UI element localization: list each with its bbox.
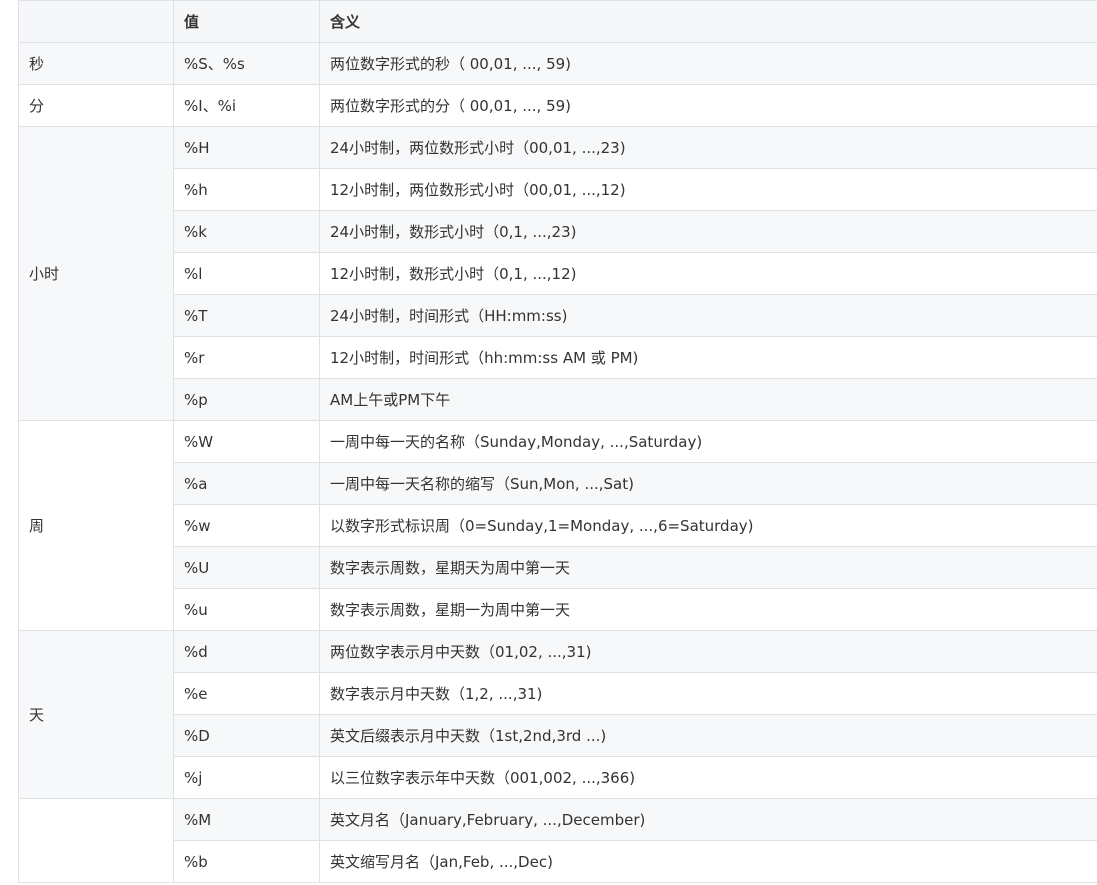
format-value-cell: %d <box>173 630 320 673</box>
format-value-cell: %b <box>173 840 320 883</box>
format-value-cell: %H <box>173 126 320 169</box>
table-row: %p AM上午或PM下午 <box>19 378 1097 421</box>
format-meaning-cell: 24小时制，时间形式（HH:mm:ss) <box>319 294 1097 337</box>
format-value-cell: %j <box>173 756 320 799</box>
table-row: %U 数字表示周数，星期天为周中第一天 <box>19 546 1097 589</box>
table-row: %u 数字表示周数，星期一为周中第一天 <box>19 588 1097 631</box>
table-row: %k 24小时制，数形式小时（0,1, ...,23) <box>19 210 1097 253</box>
format-value-cell: %u <box>173 588 320 631</box>
table-row: 天 %d 两位数字表示月中天数（01,02, ...,31) <box>18 630 1097 799</box>
format-meaning-cell: 以三位数字表示年中天数（001,002, ...,366) <box>319 756 1097 799</box>
format-value-cell: %S、%s <box>173 42 320 85</box>
header-group-cell <box>18 0 174 43</box>
format-value-cell: %I、%i <box>173 84 320 127</box>
table-row: %M 英文月名（January,February, ...,December) <box>18 798 1097 883</box>
table-row: %T 24小时制，时间形式（HH:mm:ss) <box>19 294 1097 337</box>
format-value-cell: %a <box>173 462 320 505</box>
format-meaning-cell: 数字表示月中天数（1,2, ...,31) <box>319 672 1097 715</box>
format-value-cell: %D <box>173 714 320 757</box>
format-meaning-cell: 两位数字形式的分（ 00,01, ..., 59) <box>319 84 1097 127</box>
format-meaning-cell: 以数字形式标识周（0=Sunday,1=Monday, ...,6=Saturd… <box>319 504 1097 547</box>
format-value-cell: %U <box>173 546 320 589</box>
table-row: %r 12小时制，时间形式（hh:mm:ss AM 或 PM) <box>19 336 1097 379</box>
format-meaning-cell: 英文月名（January,February, ...,December) <box>319 798 1097 841</box>
table-row: 秒 %S、%s 两位数字形式的秒（ 00,01, ..., 59) <box>18 42 1097 85</box>
format-meaning-cell: 英文后缀表示月中天数（1st,2nd,3rd ...) <box>319 714 1097 757</box>
table-row: 周 %W 一周中每一天的名称（Sunday,Monday, ...,Saturda… <box>18 420 1097 631</box>
format-meaning-cell: 一周中每一天的名称（Sunday,Monday, ...,Saturday) <box>319 420 1097 463</box>
format-value-cell: %W <box>173 420 320 463</box>
table-row: %h 12小时制，两位数形式小时（00,01, ...,12) <box>19 168 1097 211</box>
page-container: 值 含义 秒 %S、%s 两位数字形式的秒（ 00,01, ..., 59) 分 %I、… <box>18 0 1097 883</box>
group-label-cell: 周 <box>18 420 174 631</box>
table-row: %j 以三位数字表示年中天数（001,002, ...,366) <box>19 756 1097 799</box>
format-meaning-cell: 一周中每一天名称的缩写（Sun,Mon, ...,Sat) <box>319 462 1097 505</box>
header-value-cell: 值 <box>173 0 320 43</box>
format-value-cell: %e <box>173 672 320 715</box>
format-value-cell: %M <box>173 798 320 841</box>
format-value-cell: %l <box>173 252 320 295</box>
format-meaning-cell: 12小时制，时间形式（hh:mm:ss AM 或 PM) <box>319 336 1097 379</box>
format-meaning-cell: 英文缩写月名（Jan,Feb, ...,Dec) <box>319 840 1097 883</box>
table-row: 小时 %H 24小时制，两位数形式小时（00,01, ...,23) <box>18 126 1097 421</box>
format-meaning-cell: 24小时制，数形式小时（0,1, ...,23) <box>319 210 1097 253</box>
format-value-cell: %h <box>173 168 320 211</box>
format-meaning-cell: 数字表示周数，星期天为周中第一天 <box>319 546 1097 589</box>
format-value-cell: %T <box>173 294 320 337</box>
format-meaning-cell: 两位数字表示月中天数（01,02, ...,31) <box>319 630 1097 673</box>
format-meaning-cell: 12小时制，数形式小时（0,1, ...,12) <box>319 252 1097 295</box>
table-row: %b 英文缩写月名（Jan,Feb, ...,Dec) <box>19 840 1097 883</box>
table-row: %l 12小时制，数形式小时（0,1, ...,12) <box>19 252 1097 295</box>
group-label-cell <box>18 798 174 883</box>
date-format-table: 值 含义 秒 %S、%s 两位数字形式的秒（ 00,01, ..., 59) 分 %I、… <box>18 0 1097 883</box>
group-label-cell: 分 <box>18 84 174 127</box>
table-row: %e 数字表示月中天数（1,2, ...,31) <box>19 672 1097 715</box>
table-row: %D 英文后缀表示月中天数（1st,2nd,3rd ...) <box>19 714 1097 757</box>
format-value-cell: %w <box>173 504 320 547</box>
format-meaning-cell: 两位数字形式的秒（ 00,01, ..., 59) <box>319 42 1097 85</box>
format-meaning-cell: 12小时制，两位数形式小时（00,01, ...,12) <box>319 168 1097 211</box>
table-row: 分 %I、%i 两位数字形式的分（ 00,01, ..., 59) <box>18 84 1097 127</box>
table-row: %w 以数字形式标识周（0=Sunday,1=Monday, ...,6=Satu… <box>19 504 1097 547</box>
header-row: 值 含义 <box>18 0 1097 43</box>
format-value-cell: %r <box>173 336 320 379</box>
group-label-cell: 秒 <box>18 42 174 85</box>
format-meaning-cell: 数字表示周数，星期一为周中第一天 <box>319 588 1097 631</box>
format-value-cell: %k <box>173 210 320 253</box>
group-label-cell: 天 <box>18 630 174 799</box>
table-header: 值 含义 <box>18 0 1097 43</box>
format-value-cell: %p <box>173 378 320 421</box>
group-label-cell: 小时 <box>18 126 174 421</box>
table-row: %a 一周中每一天名称的缩写（Sun,Mon, ...,Sat) <box>19 462 1097 505</box>
table-body: 秒 %S、%s 两位数字形式的秒（ 00,01, ..., 59) 分 %I、%i 两位数… <box>18 42 1097 883</box>
header-meaning-cell: 含义 <box>319 0 1097 43</box>
format-meaning-cell: 24小时制，两位数形式小时（00,01, ...,23) <box>319 126 1097 169</box>
format-meaning-cell: AM上午或PM下午 <box>319 378 1097 421</box>
